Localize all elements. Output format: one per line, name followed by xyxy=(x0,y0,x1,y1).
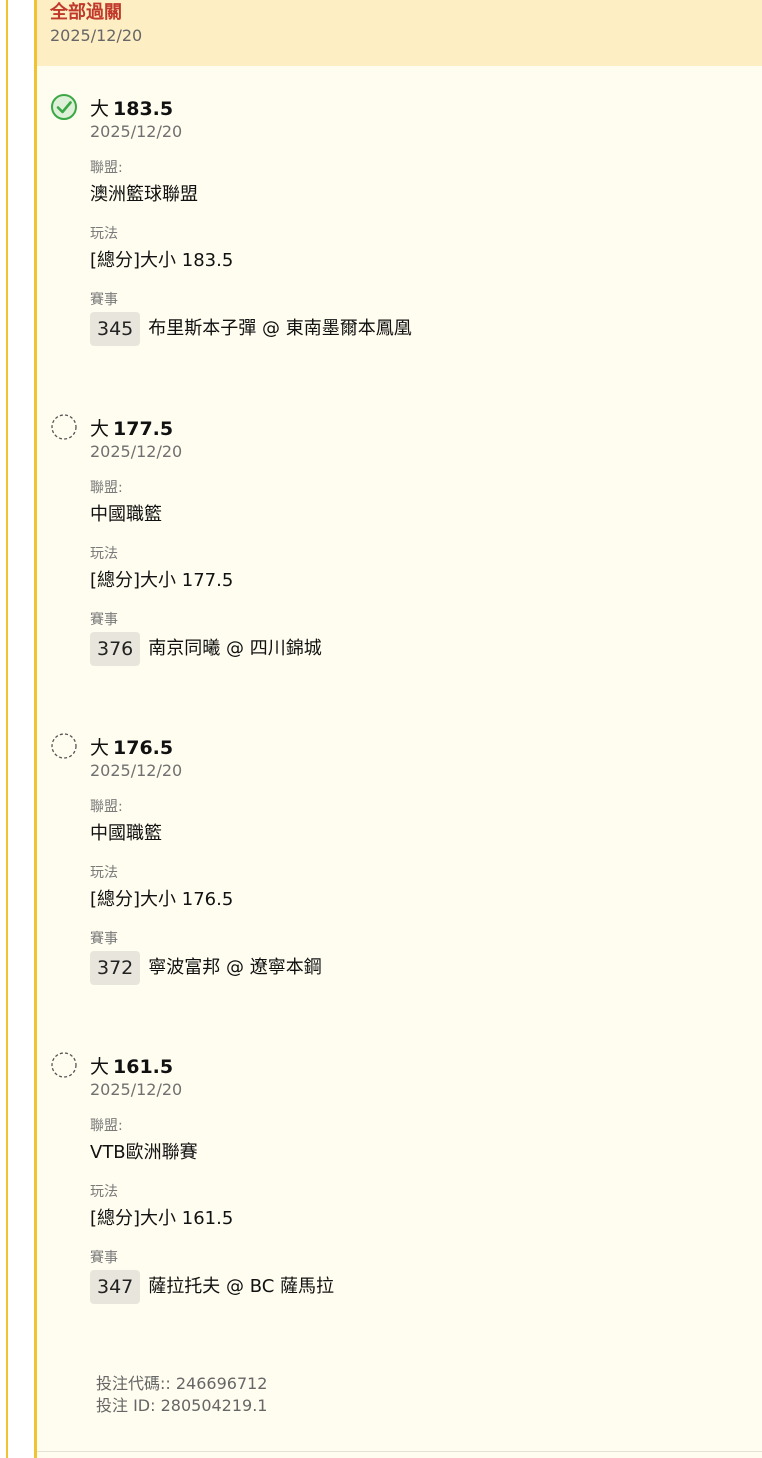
match-number-badge: 347 xyxy=(90,1270,141,1304)
match-number-badge: 345 xyxy=(90,312,141,346)
match-name: 南京同曦 @ 四川錦城 xyxy=(148,638,322,659)
pending-circle-icon xyxy=(50,1051,78,1079)
outer-accent-rail xyxy=(6,0,8,1458)
event-label: 賽事 xyxy=(90,1250,118,1266)
match-number-badge: 372 xyxy=(90,951,141,985)
match-number-badge: 376 xyxy=(90,632,141,666)
pending-circle-icon xyxy=(50,732,78,760)
league-label: 聯盟: xyxy=(90,1118,123,1134)
match-name: 薩拉托夫 @ BC 薩馬拉 xyxy=(148,1276,335,1297)
pick-label: 大 xyxy=(90,737,110,759)
league-value: 澳洲籃球聯盟 xyxy=(90,184,198,205)
market-value: [總分]大小 161.5 xyxy=(90,1208,234,1229)
pick-value: 183.5 xyxy=(113,98,174,120)
event-row: 347 薩拉托夫 @ BC 薩馬拉 xyxy=(90,1270,730,1304)
card-header: 全部過關 2025/12/20 xyxy=(37,0,762,66)
market-value: [總分]大小 183.5 xyxy=(90,250,234,271)
league-label: 聯盟: xyxy=(90,160,123,176)
pick-line: 大 176.5 xyxy=(90,736,730,760)
event-label: 賽事 xyxy=(90,612,118,628)
bet-slip-page: 全部過關 2025/12/20 大 183.5 2025/12/20 聯盟: 澳洲… xyxy=(0,0,762,1458)
event-label: 賽事 xyxy=(90,292,118,308)
bottom-divider xyxy=(37,1451,762,1452)
pick-line: 大 177.5 xyxy=(90,417,730,441)
league-value: 中國職籃 xyxy=(90,823,162,844)
pick-label: 大 xyxy=(90,1056,110,1078)
pick-label: 大 xyxy=(90,418,110,440)
league-label: 聯盟: xyxy=(90,480,123,496)
match-name: 布里斯本子彈 @ 東南墨爾本鳳凰 xyxy=(148,318,412,339)
parlay-card: 全部過關 2025/12/20 大 183.5 2025/12/20 聯盟: 澳洲… xyxy=(34,0,762,1458)
pick-line: 大 183.5 xyxy=(90,97,730,121)
league-value: 中國職籃 xyxy=(90,504,162,525)
leg-date: 2025/12/20 xyxy=(90,122,183,141)
bet-footer: 投注代碼:: 246696712 投注 ID: 280504219.1 xyxy=(96,1373,268,1417)
league-label: 聯盟: xyxy=(90,799,123,815)
market-value: [總分]大小 176.5 xyxy=(90,889,234,910)
match-name: 寧波富邦 @ 遼寧本鋼 xyxy=(148,957,322,978)
event-label: 賽事 xyxy=(90,931,118,947)
leg-date: 2025/12/20 xyxy=(90,761,183,780)
market-label: 玩法 xyxy=(90,865,118,881)
pick-line: 大 161.5 xyxy=(90,1055,730,1079)
market-value: [總分]大小 177.5 xyxy=(90,570,234,591)
event-row: 372 寧波富邦 @ 遼寧本鋼 xyxy=(90,951,730,985)
leg-date: 2025/12/20 xyxy=(90,442,183,461)
market-label: 玩法 xyxy=(90,1184,118,1200)
bet-type-title: 全部過關 xyxy=(50,2,122,23)
market-label: 玩法 xyxy=(90,546,118,562)
pick-value: 176.5 xyxy=(113,737,174,759)
check-circle-icon xyxy=(50,93,78,121)
event-row: 376 南京同曦 @ 四川錦城 xyxy=(90,632,730,666)
market-label: 玩法 xyxy=(90,226,118,242)
event-row: 345 布里斯本子彈 @ 東南墨爾本鳳凰 xyxy=(90,312,730,346)
bet-code: 投注代碼:: 246696712 xyxy=(96,1374,268,1393)
pick-value: 161.5 xyxy=(113,1056,174,1078)
leg-date: 2025/12/20 xyxy=(90,1080,183,1099)
pick-label: 大 xyxy=(90,98,110,120)
pending-circle-icon xyxy=(50,413,78,441)
bet-id: 投注 ID: 280504219.1 xyxy=(96,1396,268,1415)
league-value: VTB歐洲聯賽 xyxy=(90,1142,198,1163)
bet-date: 2025/12/20 xyxy=(50,26,143,45)
pick-value: 177.5 xyxy=(113,418,174,440)
